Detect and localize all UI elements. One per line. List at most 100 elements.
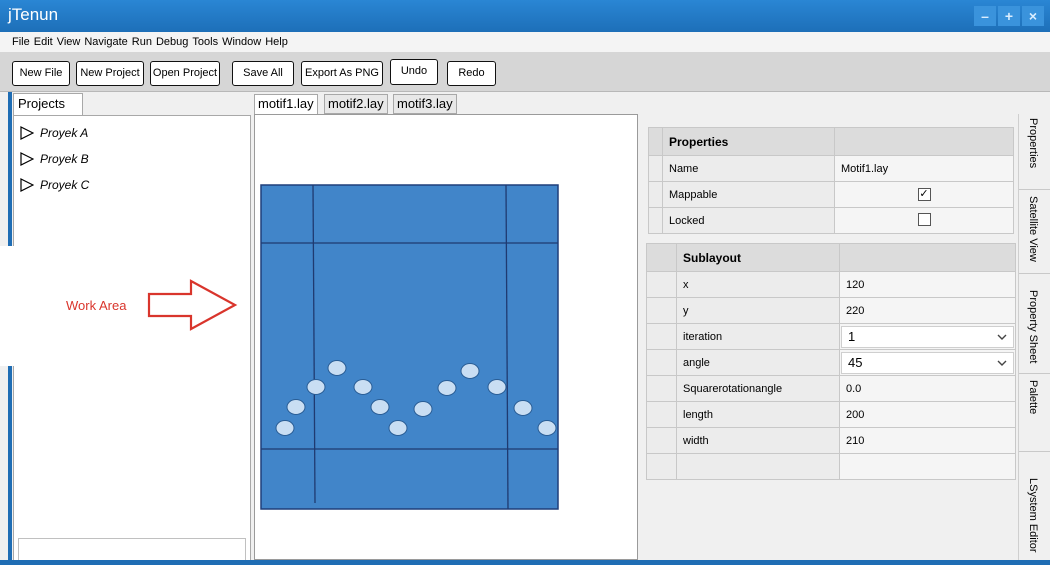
- sublayout-squarerotation-label: Squarerotationangle: [676, 375, 840, 402]
- sublayout-squarerotation-value[interactable]: 0.0: [839, 375, 1016, 402]
- properties-header-spacer: [648, 127, 663, 156]
- chevron-down-icon[interactable]: [997, 334, 1007, 340]
- motif-canvas[interactable]: [255, 115, 639, 561]
- menu-edit[interactable]: Edit: [34, 36, 53, 48]
- angle-select[interactable]: 45: [841, 351, 1014, 374]
- export-png-button[interactable]: Export As PNG: [301, 61, 383, 86]
- motif-dot[interactable]: [413, 401, 433, 417]
- properties-header-row: Properties: [648, 127, 1014, 156]
- property-mappable-cell: ✓: [834, 181, 1014, 208]
- tree-item-label: Proyek C: [40, 178, 90, 192]
- menu-help[interactable]: Help: [265, 36, 288, 48]
- tree-item-label: Proyek B: [40, 152, 89, 166]
- sublayout-row-width: width 210: [646, 427, 1016, 454]
- window-title: jTenun: [8, 5, 59, 24]
- locked-checkbox[interactable]: [917, 212, 931, 226]
- property-locked-cell: [834, 207, 1014, 234]
- maximize-button[interactable]: +: [998, 6, 1020, 26]
- side-tab-label: Properties: [1027, 118, 1039, 169]
- row-spacer: [646, 401, 677, 428]
- chevron-down-icon[interactable]: [997, 360, 1007, 366]
- work-area[interactable]: [254, 114, 638, 560]
- work-area-label: Work Area: [66, 298, 127, 313]
- side-tab-palette[interactable]: Palette: [1019, 376, 1050, 452]
- motif-dot[interactable]: [487, 379, 507, 395]
- row-spacer: [646, 297, 677, 324]
- sublayout-iteration-label: iteration: [676, 323, 840, 350]
- menu-tools[interactable]: Tools: [192, 36, 218, 48]
- tab-projects[interactable]: Projects: [13, 93, 83, 115]
- app-window: jTenun – + × File Edit View Navigate Run…: [0, 0, 1050, 565]
- minimize-button[interactable]: –: [974, 6, 996, 26]
- menu-view[interactable]: View: [57, 36, 81, 48]
- row-spacer: [648, 155, 663, 182]
- sublayout-header-blank: [839, 243, 1016, 272]
- motif-dot[interactable]: [286, 399, 306, 415]
- property-name-label: Name: [662, 155, 835, 182]
- sublayout-width-value[interactable]: 210: [839, 427, 1016, 454]
- motif-dot[interactable]: [460, 363, 480, 379]
- motif-dot[interactable]: [370, 399, 390, 415]
- side-tab-lsystem-editor[interactable]: LSystem Editor: [1019, 474, 1050, 560]
- expand-arrow-icon[interactable]: [20, 126, 34, 140]
- motif-dot[interactable]: [388, 420, 408, 436]
- motif-dot[interactable]: [327, 360, 347, 376]
- menu-window[interactable]: Window: [222, 36, 261, 48]
- sublayout-x-value[interactable]: 120: [839, 271, 1016, 298]
- row-spacer: [648, 181, 663, 208]
- right-arrow-icon: [147, 279, 238, 331]
- side-tab-bar: Properties Satellite View Property Sheet…: [1018, 114, 1050, 560]
- angle-select-value: 45: [848, 355, 863, 370]
- menu-run[interactable]: Run: [132, 36, 152, 48]
- menu-bar: File Edit View Navigate Run Debug Tools …: [0, 32, 1050, 52]
- undo-button[interactable]: Undo: [390, 59, 438, 85]
- sublayout-y-label: y: [676, 297, 840, 324]
- side-tab-label: LSystem Editor: [1027, 478, 1039, 553]
- sublayout-length-value[interactable]: 200: [839, 401, 1016, 428]
- property-name-value[interactable]: Motif1.lay: [834, 155, 1014, 182]
- sublayout-row-empty: [646, 453, 1016, 480]
- sublayout-width-label: width: [676, 427, 840, 454]
- tab-motif1[interactable]: motif1.lay: [254, 94, 318, 115]
- open-project-button[interactable]: Open Project: [150, 61, 220, 86]
- expand-arrow-icon[interactable]: [20, 152, 34, 166]
- motif-dot[interactable]: [353, 379, 373, 395]
- side-tab-satellite-view[interactable]: Satellite View: [1019, 192, 1050, 274]
- iteration-select[interactable]: 1: [841, 325, 1014, 348]
- tab-motif2[interactable]: motif2.lay: [324, 94, 388, 114]
- menu-debug[interactable]: Debug: [156, 36, 188, 48]
- tree-item-proyek-b[interactable]: Proyek B: [20, 152, 89, 166]
- sublayout-header-spacer: [646, 243, 677, 272]
- tab-motif3[interactable]: motif3.lay: [393, 94, 457, 114]
- motif-dot[interactable]: [437, 380, 457, 396]
- tree-item-proyek-c[interactable]: Proyek C: [20, 178, 89, 192]
- menu-file[interactable]: File: [12, 36, 30, 48]
- save-all-button[interactable]: Save All: [232, 61, 294, 86]
- side-tab-properties[interactable]: Properties: [1019, 114, 1050, 190]
- motif-dot[interactable]: [306, 379, 326, 395]
- tree-item-proyek-a[interactable]: Proyek A: [20, 126, 88, 140]
- redo-button[interactable]: Redo: [447, 61, 496, 86]
- motif-block[interactable]: [260, 184, 559, 510]
- properties-header: Properties: [662, 127, 835, 156]
- new-project-button[interactable]: New Project: [76, 61, 144, 86]
- sublayout-header-row: Sublayout: [646, 243, 1016, 272]
- new-file-button[interactable]: New File: [12, 61, 70, 86]
- sublayout-angle-cell: 45: [839, 349, 1016, 376]
- motif-dot[interactable]: [537, 420, 557, 436]
- mappable-checkbox[interactable]: ✓: [917, 188, 931, 201]
- motif-dot[interactable]: [275, 420, 295, 436]
- menu-navigate[interactable]: Navigate: [84, 36, 127, 48]
- property-row-mappable: Mappable ✓: [648, 181, 1014, 208]
- row-spacer: [646, 375, 677, 402]
- side-tab-property-sheet[interactable]: Property Sheet: [1019, 286, 1050, 374]
- side-tab-label: Property Sheet: [1027, 290, 1039, 364]
- property-locked-label: Locked: [662, 207, 835, 234]
- close-button[interactable]: ×: [1022, 6, 1044, 26]
- expand-arrow-icon[interactable]: [20, 178, 34, 192]
- property-row-locked: Locked: [648, 207, 1014, 234]
- side-tab-label: Satellite View: [1027, 196, 1039, 262]
- sublayout-y-value[interactable]: 220: [839, 297, 1016, 324]
- motif-dot[interactable]: [513, 400, 533, 416]
- property-row-name: Name Motif1.lay: [648, 155, 1014, 182]
